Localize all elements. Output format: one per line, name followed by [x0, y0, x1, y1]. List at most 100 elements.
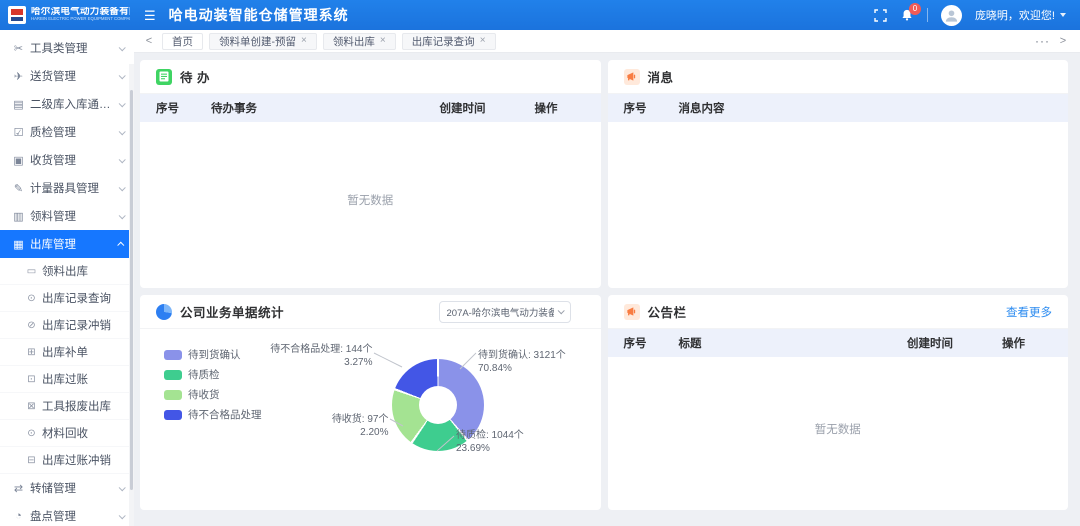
- message-table-body: [608, 122, 1069, 288]
- slice-label-unqualified: 待不合格品处理: 144个 3.27%: [270, 343, 372, 369]
- tab-outbound-record-query[interactable]: 出库记录查询 ×: [402, 33, 496, 50]
- notice-table-body: 暂无数据: [608, 357, 1069, 510]
- sidebar-item-receiving[interactable]: ▣ 收货管理: [0, 146, 134, 174]
- legend-swatch: [164, 350, 182, 360]
- tab-bar: < 首页 领料单创建-预留 × 领料出库 × 出库记录查询 × ··· >: [134, 30, 1080, 53]
- notice-panel: 公告栏 查看更多 序号 标题 创建时间 操作 暂无数据: [608, 295, 1069, 510]
- panel-title: 消息: [648, 67, 674, 86]
- supplement-icon: ⊞: [25, 347, 38, 358]
- legend-swatch: [164, 410, 182, 420]
- megaphone-icon: [624, 304, 640, 320]
- sidebar-subitem-outbound-posting[interactable]: ⊡ 出库过账: [0, 366, 134, 393]
- sidebar-scrollbar[interactable]: [129, 64, 134, 526]
- main-content: 待 办 序号 待办事务 创建时间 操作 暂无数据 消息 序号 消息内容 公司业务…: [134, 53, 1080, 526]
- sidebar-item-material-request[interactable]: ▥ 领料管理: [0, 202, 134, 230]
- legend-item[interactable]: 待到货确认: [164, 347, 262, 362]
- slice-label-receiving: 待收货: 97个 2.20%: [332, 413, 389, 439]
- sidebar-subitem-posting-reversal[interactable]: ⊟ 出库过账冲销: [0, 447, 134, 474]
- fullscreen-icon[interactable]: [874, 9, 887, 22]
- company-select[interactable]: 207A-哈尔滨电气动力装备有限公: [439, 301, 571, 323]
- material-request-icon: ▥: [11, 210, 26, 223]
- sidebar-item-quality[interactable]: ☑ 质检管理: [0, 118, 134, 146]
- posting-icon: ⊡: [25, 374, 38, 385]
- delivery-icon: ✈: [11, 70, 26, 83]
- chevron-up-icon: [117, 241, 124, 248]
- sidebar-item-delivery[interactable]: ✈ 送货管理: [0, 62, 134, 90]
- company-logo-block: 哈尔滨电气动力装备有限公司 HARBIN ELECTRIC POWER EQUI…: [0, 6, 138, 24]
- scrollbar-thumb[interactable]: [130, 90, 133, 490]
- legend-item[interactable]: 待不合格品处理: [164, 407, 262, 422]
- outbound-icon: ▦: [11, 238, 26, 251]
- message-panel: 消息 序号 消息内容: [608, 60, 1069, 288]
- close-icon[interactable]: ×: [380, 36, 386, 46]
- chevron-down-icon: [119, 156, 126, 163]
- sidebar-subitem-outbound-record-reversal[interactable]: ⊘ 出库记录冲销: [0, 312, 134, 339]
- megaphone-icon: [624, 69, 640, 85]
- collapse-sidebar-icon[interactable]: ☰: [144, 9, 156, 22]
- legend-swatch: [164, 390, 182, 400]
- topbar-divider: [927, 8, 928, 22]
- user-greeting[interactable]: 庞晓明，欢迎您!: [975, 7, 1066, 23]
- close-icon[interactable]: ×: [301, 36, 307, 46]
- sidebar-subitem-picking-outbound[interactable]: ▭ 领料出库: [0, 258, 134, 285]
- legend-swatch: [164, 370, 182, 380]
- chevron-down-icon: [119, 512, 126, 519]
- sidebar-item-measuring-tools[interactable]: ✎ 计量器具管理: [0, 174, 134, 202]
- tool-scrap-icon: ⊠: [25, 401, 38, 412]
- view-more-link[interactable]: 查看更多: [1006, 304, 1052, 320]
- todo-panel: 待 办 序号 待办事务 创建时间 操作 暂无数据: [140, 60, 601, 288]
- todo-document-icon: [156, 69, 172, 85]
- stocktake-icon: ◔: [11, 510, 26, 522]
- panel-title: 公司业务单据统计: [180, 302, 284, 321]
- transfer-icon: ⇄: [11, 482, 26, 495]
- message-table-header: 序号 消息内容: [608, 94, 1069, 122]
- tabs-more-icon[interactable]: ···: [1035, 34, 1050, 48]
- empty-state-text: 暂无数据: [140, 192, 601, 208]
- app-title: 哈电动装智能仓储管理系统: [169, 5, 349, 25]
- sidebar-item-outbound[interactable]: ▦ 出库管理: [0, 230, 134, 258]
- legend-item[interactable]: 待质检: [164, 367, 262, 382]
- sidebar-item-transfer[interactable]: ⇄ 转储管理: [0, 474, 134, 502]
- tabs-prev-arrow[interactable]: <: [142, 35, 156, 47]
- tab-home[interactable]: 首页: [162, 33, 203, 50]
- pie-chart-icon: [156, 304, 172, 320]
- sidebar-item-stocktake[interactable]: ◔ 盘点管理: [0, 502, 134, 526]
- quality-check-icon: ☑: [11, 126, 26, 139]
- tab-picking-order-create[interactable]: 领料单创建-预留 ×: [209, 33, 317, 50]
- chart-legend: 待到货确认 待质检 待收货 待不合格品处理: [164, 347, 262, 427]
- posting-reversal-icon: ⊟: [25, 455, 38, 466]
- stats-panel: 公司业务单据统计 207A-哈尔滨电气动力装备有限公 待到货确认 待质检 待收货: [140, 295, 601, 510]
- sidebar: ✂ 工具类管理 ✈ 送货管理 ▤ 二级库入库通知单 ☑ 质检管理 ▣ 收货管理 …: [0, 30, 134, 526]
- record-query-icon: ⊙: [25, 293, 38, 304]
- tools-icon: ✂: [11, 42, 26, 55]
- tabs-next-arrow[interactable]: >: [1056, 35, 1070, 47]
- slice-label-quality-check: 待质检: 1044个 23.69%: [456, 429, 524, 455]
- sidebar-item-tools[interactable]: ✂ 工具类管理: [0, 34, 134, 62]
- sidebar-subitem-outbound-record-query[interactable]: ⊙ 出库记录查询: [0, 285, 134, 312]
- chevron-down-icon: [119, 128, 126, 135]
- todo-table-body: 暂无数据: [140, 122, 601, 288]
- notification-badge: 0: [909, 3, 921, 15]
- record-reversal-icon: ⊘: [25, 320, 38, 331]
- caret-down-icon: [1060, 13, 1066, 17]
- sidebar-subitem-tool-scrap-outbound[interactable]: ⊠ 工具报废出库: [0, 393, 134, 420]
- sidebar-subitem-material-recycle[interactable]: ⊙ 材料回收: [0, 420, 134, 447]
- close-icon[interactable]: ×: [480, 36, 486, 46]
- sidebar-item-inbound-notice[interactable]: ▤ 二级库入库通知单: [0, 90, 134, 118]
- bell-icon[interactable]: 0: [900, 8, 914, 22]
- chevron-down-icon: [119, 72, 126, 79]
- material-recycle-icon: ⊙: [25, 428, 38, 439]
- sidebar-subitem-outbound-supplement[interactable]: ⊞ 出库补单: [0, 339, 134, 366]
- company-logo: [8, 6, 26, 24]
- tab-picking-outbound[interactable]: 领料出库 ×: [323, 33, 396, 50]
- top-bar: 哈尔滨电气动力装备有限公司 HARBIN ELECTRIC POWER EQUI…: [0, 0, 1080, 30]
- panel-title: 公告栏: [648, 302, 687, 321]
- legend-item[interactable]: 待收货: [164, 387, 262, 402]
- slice-label-arrival-confirm: 待到货确认: 3121个 70.84%: [478, 349, 566, 375]
- user-avatar[interactable]: [941, 5, 962, 26]
- chevron-down-icon: [119, 184, 126, 191]
- stats-chart-area: 待到货确认 待质检 待收货 待不合格品处理: [140, 329, 601, 510]
- chevron-down-icon: [119, 44, 126, 51]
- receiving-icon: ▣: [11, 154, 26, 167]
- chevron-down-icon: [119, 212, 126, 219]
